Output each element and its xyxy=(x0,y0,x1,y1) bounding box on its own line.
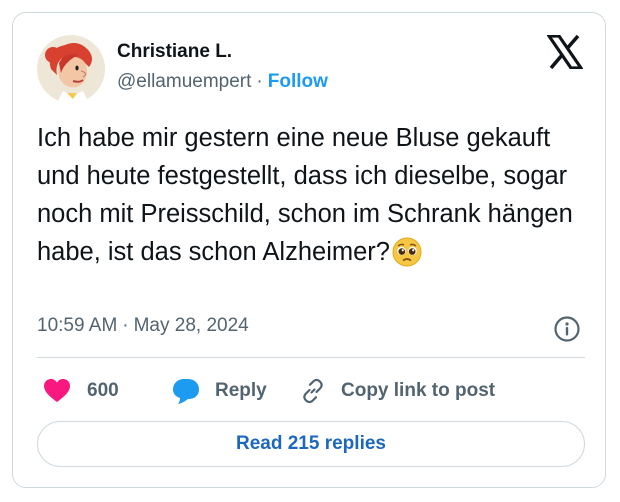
reply-label: Reply xyxy=(215,380,267,401)
link-icon xyxy=(303,378,323,404)
like-button[interactable]: 600 xyxy=(43,371,119,411)
timestamp-row: 10:59 AM · May 28, 2024 xyxy=(37,315,249,337)
avatar[interactable] xyxy=(37,35,105,103)
action-bar: 600 Reply Copy link to post xyxy=(37,371,585,411)
like-count: 600 xyxy=(87,380,119,401)
reply-bubble-icon xyxy=(173,379,199,404)
author-name[interactable]: Christiane L. xyxy=(117,41,232,63)
reply-button[interactable]: Reply xyxy=(171,371,267,411)
tweet-text: Ich habe mir gestern eine neue Bluse gek… xyxy=(37,119,597,278)
post-date[interactable]: May 28, 2024 xyxy=(134,315,249,336)
author-handle[interactable]: @ellamuempert xyxy=(117,71,251,92)
pleading-face-emoji-icon xyxy=(392,237,422,278)
info-icon[interactable] xyxy=(553,315,581,343)
heart-icon xyxy=(44,379,70,402)
tweet-card: Christiane L. @ellamuempert · Follow Ich h… xyxy=(12,12,606,488)
copy-link-button[interactable]: Copy link to post xyxy=(299,371,495,411)
avatar-illustration xyxy=(37,35,105,103)
handle-row: @ellamuempert · Follow xyxy=(117,71,328,93)
x-logo-icon[interactable] xyxy=(545,34,585,70)
copy-link-label: Copy link to post xyxy=(341,380,496,401)
read-replies-button[interactable]: Read 215 replies xyxy=(37,421,585,467)
post-time[interactable]: 10:59 AM xyxy=(37,315,117,336)
follow-button[interactable]: Follow xyxy=(268,71,328,92)
divider xyxy=(37,357,585,358)
handle-separator: · xyxy=(256,71,263,92)
meta-separator: · xyxy=(122,315,129,336)
tweet-body: Ich habe mir gestern eine neue Bluse gek… xyxy=(37,124,573,266)
